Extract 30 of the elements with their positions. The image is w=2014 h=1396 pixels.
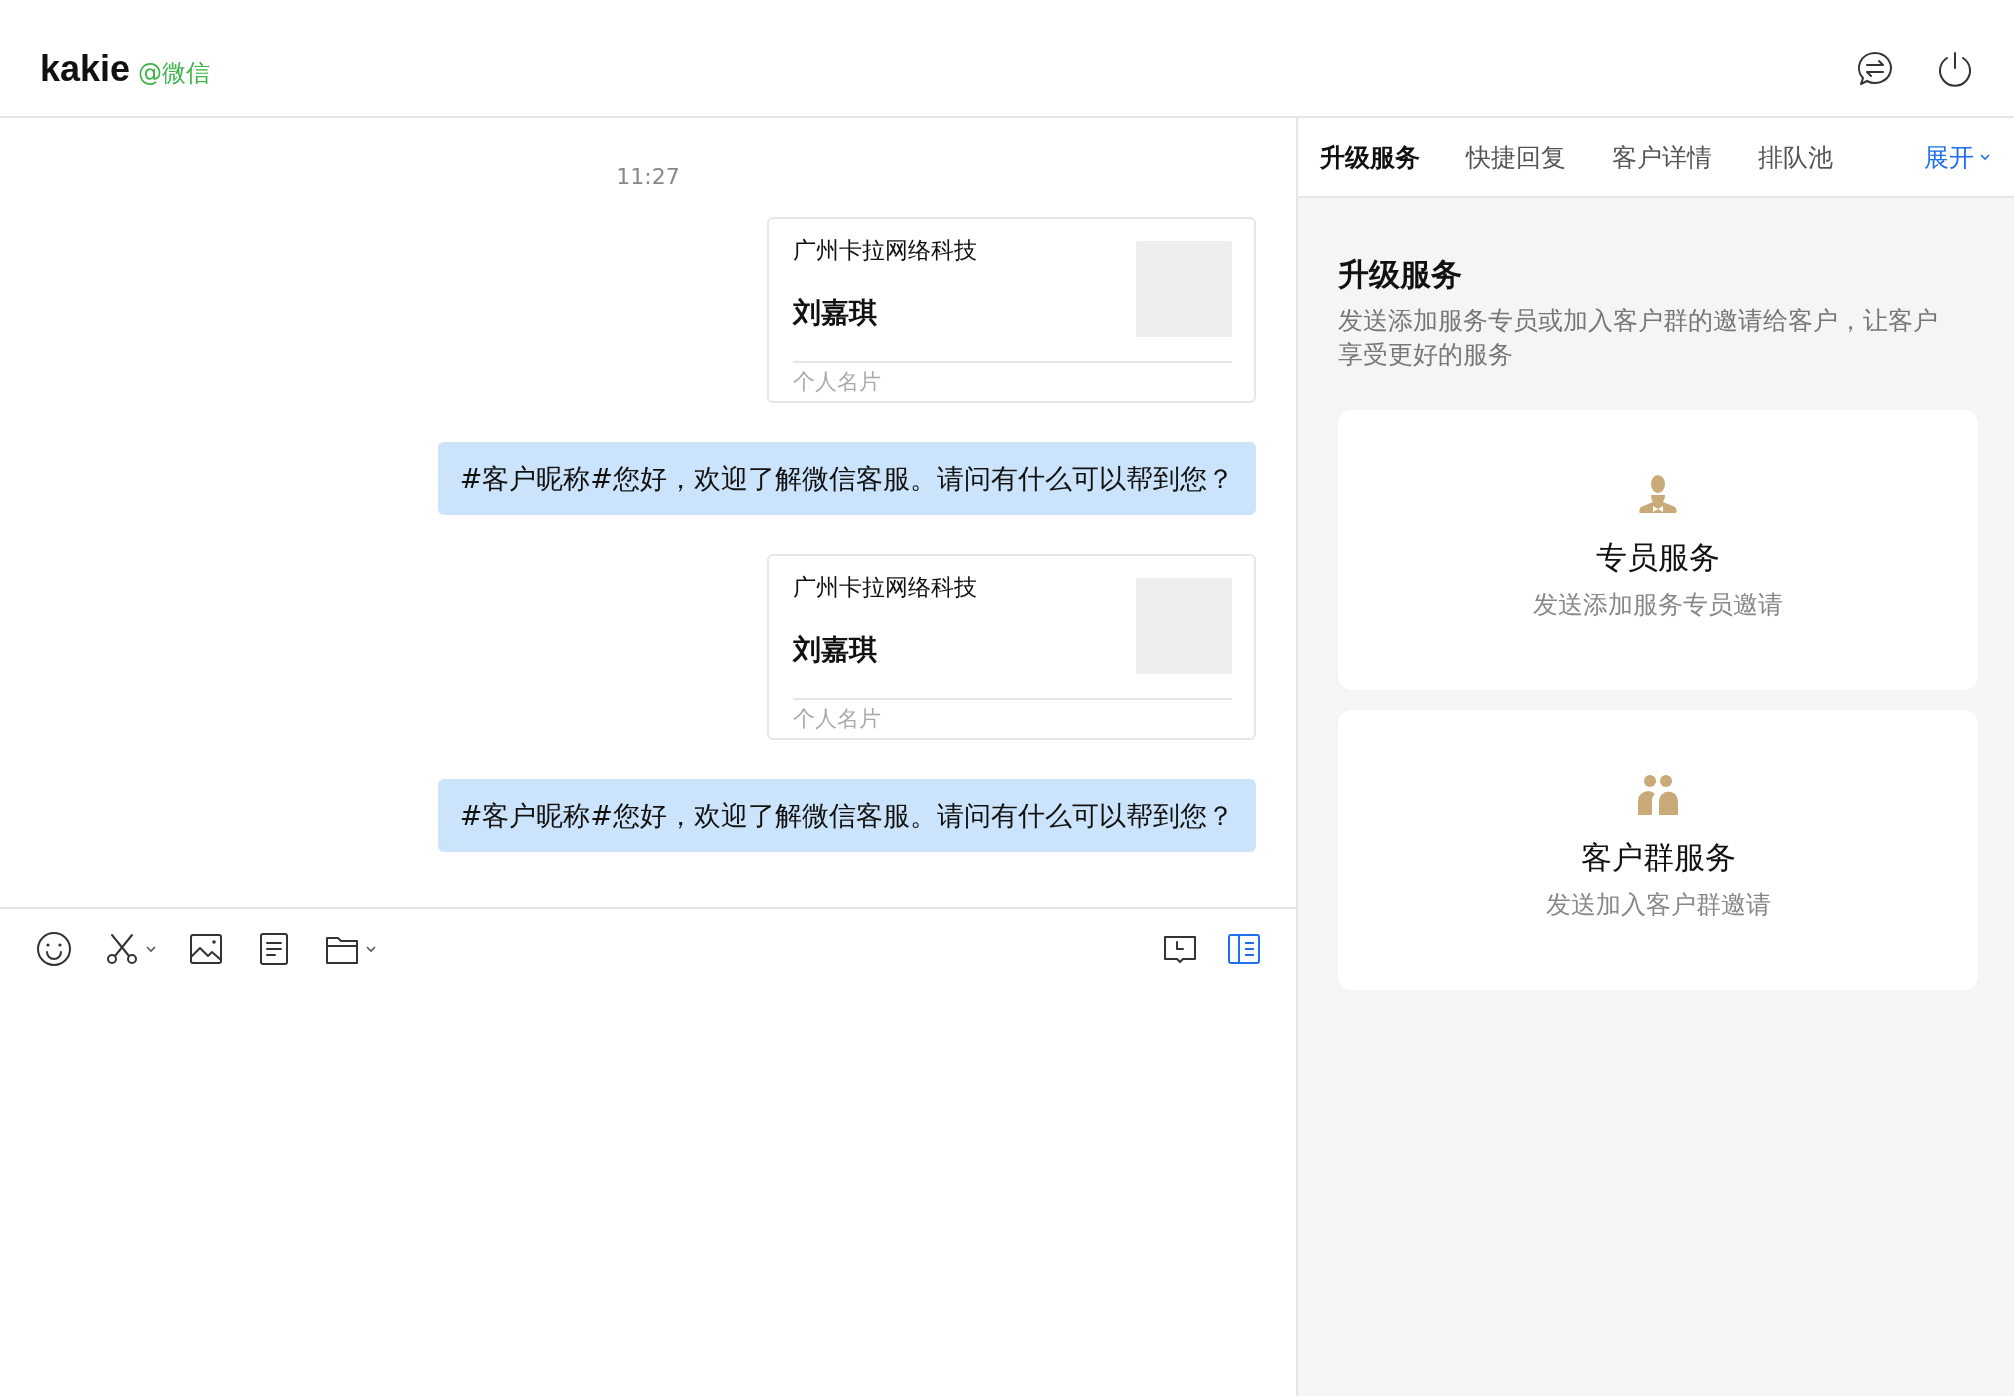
card-type-label: 个人名片 xyxy=(793,368,882,396)
expand-button[interactable]: 展开 xyxy=(1924,140,1992,174)
card-type-label: 个人名片 xyxy=(793,705,882,733)
emoji-icon[interactable] xyxy=(34,929,74,969)
option-title: 专员服务 xyxy=(1596,538,1720,577)
power-icon[interactable] xyxy=(1936,50,1974,88)
message-bubble: #客户昵称#您好，欢迎了解微信客服。请问有什么可以帮到您？ xyxy=(437,442,1256,515)
tab[interactable]: 排队池 xyxy=(1758,140,1833,174)
panel-description: 发送添加服务专员或加入客户群的邀请给客户，让客户享受更好的服务 xyxy=(1338,305,1939,371)
tab[interactable]: 客户详情 xyxy=(1612,140,1712,174)
panel-title: 升级服务 xyxy=(1338,255,1463,294)
timestamp: 11:27 xyxy=(616,163,680,191)
contact-card[interactable]: 广州卡拉网络科技 刘嘉琪 个人名片 xyxy=(767,217,1256,403)
company-name: 广州卡拉网络科技 xyxy=(793,573,978,602)
contact-name: 刘嘉琪 xyxy=(793,632,878,668)
tab[interactable]: 快捷回复 xyxy=(1466,140,1566,174)
contact-card[interactable]: 广州卡拉网络科技 刘嘉琪 个人名片 xyxy=(767,554,1256,740)
option-subtitle: 发送加入客户群邀请 xyxy=(1545,889,1771,921)
tab[interactable]: 升级服务 xyxy=(1320,140,1420,174)
chat-arrows-icon[interactable] xyxy=(1856,50,1894,88)
user-name: kakie xyxy=(40,48,131,90)
company-name: 广州卡拉网络科技 xyxy=(793,236,978,265)
contact-name: 刘嘉琪 xyxy=(793,295,878,331)
service-option-card[interactable]: 专员服务 发送添加服务专员邀请 xyxy=(1338,410,1978,690)
message-bubble: #客户昵称#您好，欢迎了解微信客服。请问有什么可以帮到您？ xyxy=(437,779,1256,852)
two-people-icon xyxy=(1636,773,1680,817)
account-label: @微信 xyxy=(138,58,211,89)
option-subtitle: 发送添加服务专员邀请 xyxy=(1533,589,1783,621)
option-title: 客户群服务 xyxy=(1580,838,1736,877)
service-option-card[interactable]: 客户群服务 发送加入客户群邀请 xyxy=(1338,710,1978,990)
